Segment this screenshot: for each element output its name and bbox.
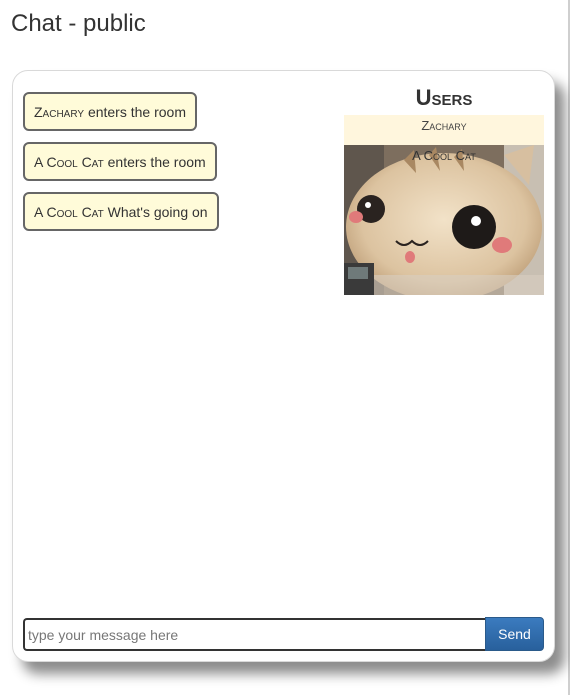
message-input[interactable]	[23, 618, 486, 651]
message-user: A Cool Cat	[34, 204, 104, 220]
users-heading: Users	[415, 85, 473, 110]
chat-panel: Zachary enters the room A Cool Cat enter…	[12, 70, 555, 662]
message-user: Zachary	[34, 104, 85, 120]
message-text: enters the room	[107, 154, 206, 170]
message-user: A Cool Cat	[34, 154, 104, 170]
user-name: A Cool Cat	[412, 148, 476, 163]
user-name: Zachary	[421, 118, 467, 133]
message-text: What's going on	[107, 204, 208, 220]
message-list: Zachary enters the room A Cool Cat enter…	[23, 92, 323, 242]
message-text: enters the room	[87, 104, 186, 120]
send-button[interactable]: Send	[485, 617, 544, 651]
user-list-item: A Cool Cat	[344, 145, 544, 295]
page-title: Chat - public	[11, 10, 146, 37]
cat-avatar-photo	[344, 145, 544, 295]
message-item: A Cool Cat enters the room	[23, 142, 217, 181]
message-item: A Cool Cat What's going on	[23, 192, 219, 231]
message-item: Zachary enters the room	[23, 92, 197, 131]
user-list-item: Zachary	[344, 115, 544, 145]
